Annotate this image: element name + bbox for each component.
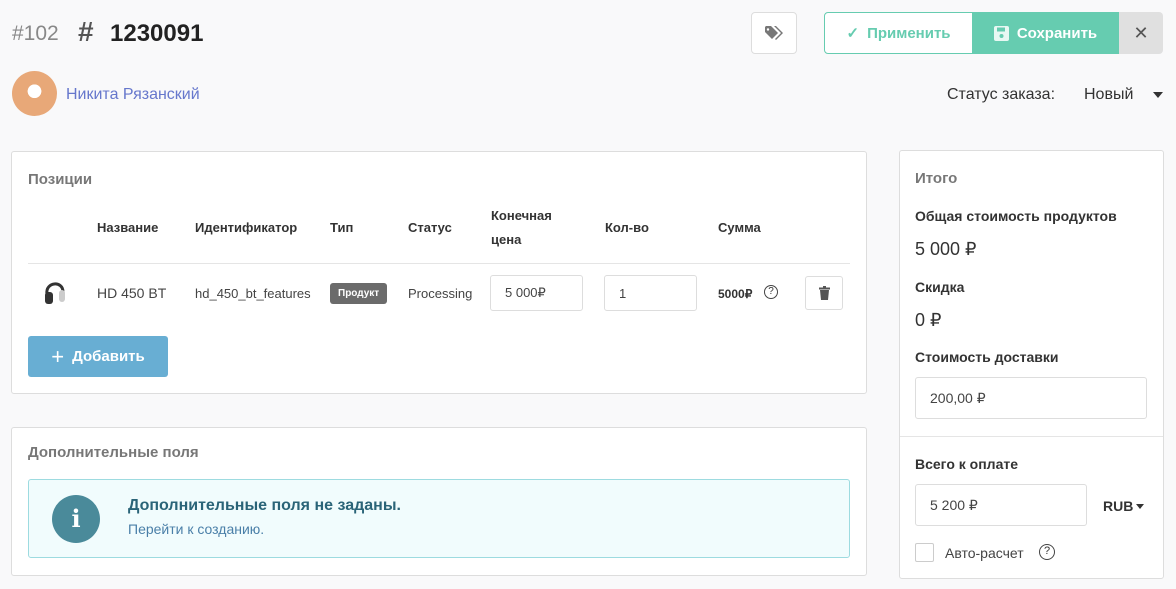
order-id: 1230091 [110, 20, 203, 48]
apply-button[interactable]: ✓ Применить [824, 12, 973, 54]
tags-icon [765, 26, 783, 40]
trash-icon [819, 286, 830, 300]
save-button[interactable]: Сохранить [972, 12, 1119, 54]
check-icon: ✓ [846, 24, 859, 42]
row-sum: 5000₽ [718, 287, 752, 301]
add-label: Добавить [72, 348, 145, 365]
info-icon: i [52, 495, 100, 543]
product-status: Processing [408, 286, 472, 301]
delivery-label: Стоимость доставки [915, 349, 1059, 365]
chevron-down-icon[interactable] [1153, 92, 1163, 98]
col-type: Тип [330, 216, 353, 240]
positions-title: Позиции [28, 171, 92, 188]
add-position-button[interactable]: + Добавить [28, 336, 168, 377]
order-status-label: Статус заказа: [947, 86, 1055, 104]
currency-select[interactable]: RUB [1103, 498, 1133, 514]
extra-fields-title: Дополнительные поля [28, 444, 199, 461]
tags-button[interactable] [751, 12, 797, 54]
order-status-select[interactable]: Новый [1084, 86, 1133, 104]
type-badge: Продукт [330, 283, 387, 304]
delete-button[interactable] [805, 276, 843, 310]
divider [900, 436, 1163, 437]
create-fields-link[interactable]: Перейти к созданию. [128, 521, 264, 537]
product-image [42, 278, 68, 306]
divider [28, 263, 850, 264]
total-label: Всего к оплате [915, 456, 1018, 472]
customer-link[interactable]: Никита Рязанский [66, 86, 200, 104]
col-price: Конечная цена [491, 204, 561, 252]
delivery-input[interactable]: 200,00 ₽ [915, 377, 1147, 419]
col-qty: Кол-во [605, 216, 649, 240]
apply-label: Применить [867, 25, 950, 42]
col-status: Статус [408, 216, 452, 240]
col-identifier: Идентификатор [195, 216, 297, 240]
products-cost-value: 5 000 ₽ [915, 239, 977, 260]
col-sum: Сумма [718, 216, 761, 240]
auto-calc-checkbox[interactable] [915, 543, 934, 562]
discount-value: 0 ₽ [915, 310, 941, 331]
order-number: #102 [12, 22, 59, 46]
hash-icon: # [78, 16, 94, 48]
product-name[interactable]: HD 450 BT [97, 285, 166, 301]
avatar[interactable] [12, 71, 57, 116]
summary-title: Итого [915, 170, 957, 187]
qty-input[interactable]: 1 [604, 275, 697, 311]
info-message: Дополнительные поля не заданы. [128, 497, 401, 515]
total-input[interactable]: 5 200 ₽ [915, 484, 1087, 526]
col-name: Название [97, 216, 158, 240]
discount-label: Скидка [915, 279, 964, 295]
product-identifier: hd_450_bt_features [195, 286, 311, 301]
close-button[interactable]: ✕ [1119, 12, 1163, 54]
save-label: Сохранить [1017, 25, 1097, 42]
chevron-down-icon[interactable] [1136, 504, 1144, 509]
price-input[interactable]: 5 000₽ [490, 275, 583, 311]
help-icon[interactable]: ? [1039, 544, 1055, 560]
auto-calc-label: Авто-расчет [945, 545, 1024, 561]
info-alert [28, 479, 850, 558]
save-icon [994, 26, 1009, 41]
help-icon[interactable]: ? [764, 285, 778, 299]
products-cost-label: Общая стоимость продуктов [915, 208, 1117, 224]
plus-icon: + [51, 344, 64, 370]
